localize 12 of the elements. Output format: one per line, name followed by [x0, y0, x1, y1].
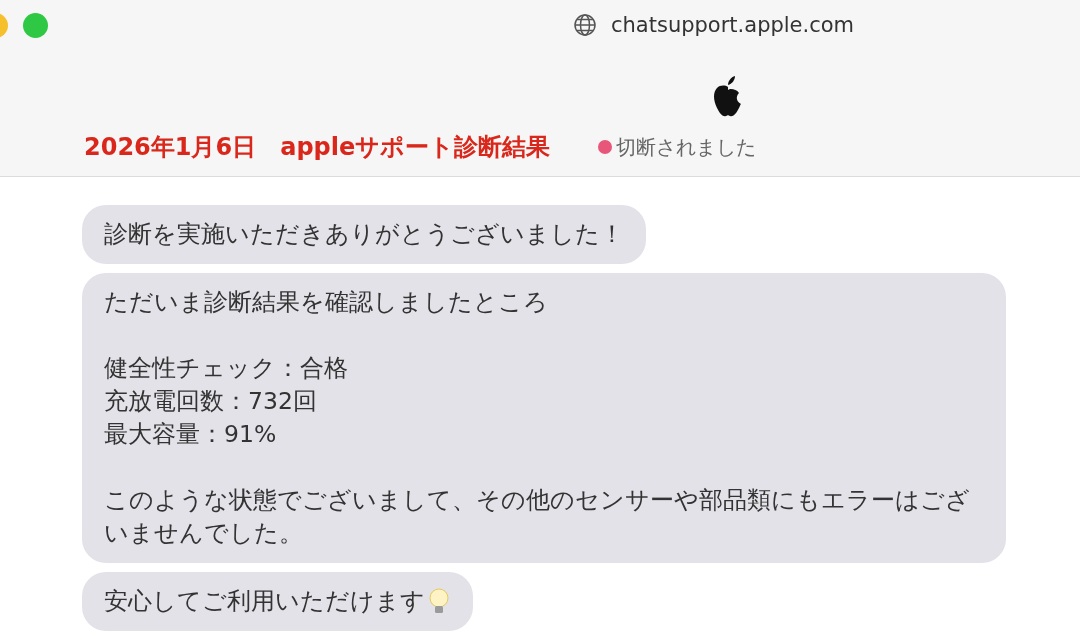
message-line: ただいま診断結果を確認しましたところ: [104, 287, 548, 318]
globe-icon: [573, 13, 597, 37]
message-bubble: 安心してご利用いただけます: [82, 572, 473, 631]
url-text[interactable]: chatsupport.apple.com: [611, 13, 855, 37]
message-line: 健全性チェック：合格: [104, 353, 348, 384]
message-line: 充放電回数：732回: [104, 386, 318, 417]
message-bubble: 診断を実施いただきありがとうございました！: [82, 205, 646, 264]
result-title: 2026年1月6日 appleサポート診断結果: [84, 132, 551, 163]
status-text: 切断されました: [616, 133, 757, 161]
zoom-button[interactable]: [23, 12, 48, 38]
message-line: このような状態でございまして、その他のセンサーや部品類にもエラーはございませんでした。: [104, 485, 971, 549]
message-line: 最大容量：91%: [104, 419, 278, 450]
